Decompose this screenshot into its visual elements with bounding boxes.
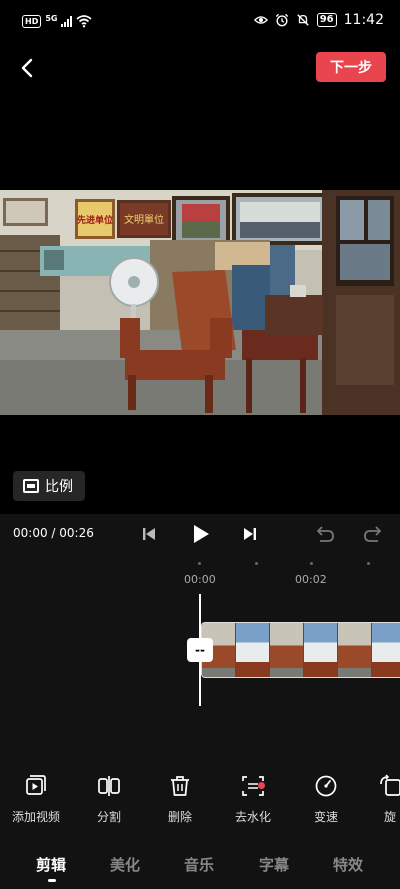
- rotate-icon: [380, 774, 400, 796]
- eye-icon: [253, 16, 268, 24]
- mute-bell-icon: [296, 14, 309, 26]
- ruler-tick: [198, 562, 201, 565]
- video-frame-image: 先进单位 文明單位: [0, 190, 400, 415]
- split-button[interactable]: 分割: [74, 774, 144, 825]
- alarm-icon: [275, 13, 288, 27]
- tab-beautify[interactable]: 美化: [110, 854, 140, 875]
- remove-watermark-label: 去水化: [234, 810, 271, 824]
- clip-frame: [338, 623, 372, 677]
- bottom-tab-bar: 剪辑 美化 音乐 字幕 特效: [0, 834, 400, 889]
- playback-controls: 00:00 / 00:26: [0, 514, 400, 554]
- rotate-label: 旋: [383, 810, 396, 824]
- aspect-ratio-icon: [23, 479, 39, 493]
- next-step-button[interactable]: 下一步: [316, 52, 386, 82]
- delete-button[interactable]: 删除: [145, 774, 215, 825]
- add-video-icon: [26, 775, 46, 795]
- timecode: 00:00 / 00:26: [13, 526, 94, 540]
- ruler-tick: [310, 562, 313, 565]
- aspect-ratio-button[interactable]: 比例: [13, 471, 85, 501]
- play-icon[interactable]: [188, 522, 212, 546]
- skip-to-start-icon[interactable]: [137, 522, 161, 546]
- undo-icon[interactable]: [312, 522, 336, 546]
- edit-toolbar: 添加视频 分割 删除 去水化 变速 旋: [0, 764, 400, 834]
- clip-frame: [236, 623, 270, 677]
- split-label: 分割: [96, 810, 121, 824]
- split-icon: [98, 776, 120, 796]
- video-preview[interactable]: 先进单位 文明單位: [0, 190, 400, 415]
- clip-frame: [270, 623, 304, 677]
- ruler-tick: [367, 562, 370, 565]
- tab-edit[interactable]: 剪辑: [36, 854, 66, 875]
- aspect-ratio-label: 比例: [45, 479, 73, 495]
- ruler-tick: [255, 562, 258, 565]
- clip-frame: [372, 623, 400, 677]
- add-video-button[interactable]: 添加视频: [1, 774, 71, 825]
- back-icon[interactable]: [14, 54, 42, 82]
- speed-button[interactable]: 变速: [291, 774, 361, 825]
- hd-badge: HD: [22, 14, 42, 28]
- status-bar: HD 5G 96 11:42: [0, 0, 400, 44]
- battery-icon: 96: [316, 13, 337, 27]
- speed-label: 变速: [313, 810, 338, 824]
- redo-icon[interactable]: [362, 522, 386, 546]
- delete-label: 删除: [167, 810, 192, 824]
- ruler-label-2s: 00:02: [295, 573, 327, 586]
- clip-frame: [304, 623, 338, 677]
- network-label: 5G: [45, 13, 58, 23]
- delete-icon: [171, 776, 189, 796]
- playhead-handle[interactable]: --: [187, 638, 213, 662]
- timeline[interactable]: 00:00 00:02 --: [0, 554, 400, 764]
- ruler-label-start: 00:00: [184, 573, 216, 586]
- sign-2-text: 文明單位: [124, 213, 164, 226]
- remove-watermark-button[interactable]: 去水化: [218, 774, 288, 825]
- skip-to-end-icon[interactable]: [238, 522, 262, 546]
- tab-music[interactable]: 音乐: [184, 854, 214, 875]
- tab-effects[interactable]: 特效: [333, 854, 363, 875]
- speed-icon: [315, 775, 337, 797]
- sign-1-text: 先进单位: [77, 214, 113, 226]
- clock: 11:42: [343, 12, 384, 28]
- active-tab-indicator: [48, 879, 56, 882]
- new-feature-dot: [258, 782, 265, 789]
- signal-icon: [61, 15, 73, 27]
- add-video-label: 添加视频: [11, 810, 60, 824]
- video-clip[interactable]: [201, 622, 400, 678]
- rotate-button[interactable]: 旋: [355, 774, 400, 825]
- tab-subtitles[interactable]: 字幕: [259, 854, 289, 875]
- wifi-icon: [76, 15, 93, 28]
